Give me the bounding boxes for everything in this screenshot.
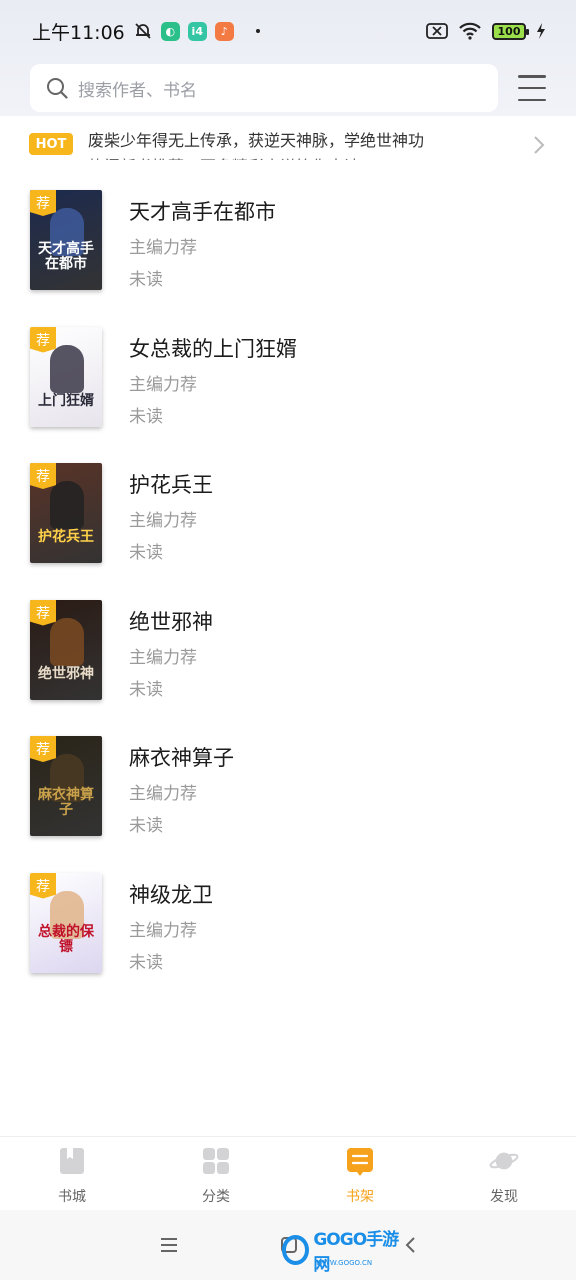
notification-dot	[255, 29, 260, 33]
hot-badge: HOT	[29, 133, 73, 155]
book-read-status: 未读	[129, 543, 163, 563]
notice-next-text: 热门新书推荐，更多精彩小说等你来读	[88, 156, 518, 160]
book-read-status: 未读	[129, 406, 163, 427]
cover-title: 总裁的保镖	[38, 923, 94, 955]
tab-label: 发现	[490, 1189, 518, 1205]
search-placeholder: 搜索作者、书名	[78, 80, 197, 101]
tab-discover[interactable]: 发现	[432, 1137, 576, 1210]
book-title: 天才高手在都市	[129, 200, 276, 224]
bookshelf-list: 天才高手在都市荐天才高手在都市 主编力荐 未读 上门狂婿荐女总裁的上门狂婿 主编力荐 未读…	[0, 180, 576, 999]
silent-bell-icon	[135, 23, 151, 39]
book-cover[interactable]: 绝世邪神 荐	[30, 599, 102, 700]
book-cover[interactable]: 天才高手在都市 荐	[30, 190, 102, 290]
watermark-text: GOGO手游网	[313, 1230, 399, 1275]
book-subtitle: 主编力荐	[129, 784, 197, 804]
tab-bookstore[interactable]: 书城	[0, 1137, 144, 1210]
book-title: 护花兵王	[129, 473, 213, 497]
book-cover[interactable]: 总裁的保镖 荐	[30, 872, 102, 973]
book-cover[interactable]: 上门狂婿 荐	[30, 326, 102, 427]
book-read-status: 未读	[129, 952, 163, 973]
book-item[interactable]: 护花兵王荐护花兵王 主编力荐 未读	[0, 453, 576, 590]
book-subtitle: 主编力荐	[129, 238, 197, 258]
planet-icon	[489, 1152, 519, 1170]
book-subtitle: 主编力荐	[129, 374, 197, 395]
tab-label: 分类	[202, 1189, 230, 1205]
charging-bolt-icon	[537, 23, 545, 39]
cover-figure	[50, 481, 84, 529]
bookshelf-icon	[347, 1148, 373, 1176]
notice-banner[interactable]: HOT 废柴少年得无上传承，获逆天神脉，学绝世神功 热门新书推荐，更多精彩小说等…	[0, 116, 576, 160]
cover-figure	[50, 344, 84, 393]
watermark-url: WWW.GOGO.CN	[316, 1259, 373, 1267]
search-input[interactable]: 搜索作者、书名	[30, 64, 498, 112]
book-title: 神级龙卫	[129, 882, 213, 907]
recent-apps-icon[interactable]	[160, 1237, 178, 1253]
book-cover[interactable]: 护花兵王 荐	[30, 463, 102, 563]
tab-category[interactable]: 分类	[144, 1137, 288, 1210]
app-badge-music-icon: ♪	[214, 21, 234, 41]
bottom-tab-bar: 书城 分类 书架 发现	[0, 1136, 576, 1210]
watermark: GOGO手游网 WWW.GOGO.CN	[282, 1228, 402, 1275]
wifi-icon	[459, 22, 481, 40]
cover-title: 天才高手在都市	[38, 241, 94, 272]
book-title: 麻衣神算子	[129, 746, 234, 770]
book-subtitle: 主编力荐	[129, 920, 197, 941]
grid-icon	[203, 1148, 229, 1174]
status-bar: 上午11:06 ◐ i4 ♪ 100	[0, 0, 576, 62]
search-icon	[47, 78, 68, 99]
book-cover[interactable]: 麻衣神算子 荐	[30, 736, 102, 836]
book-title: 绝世邪神	[129, 609, 213, 634]
cover-figure	[50, 617, 84, 666]
book-read-status: 未读	[129, 270, 163, 290]
app-badge-shield-icon: ◐	[160, 21, 180, 41]
status-left: 上午11:06 ◐ i4 ♪	[32, 18, 260, 45]
recommend-tag: 荐	[30, 190, 56, 216]
status-right: 100	[426, 21, 546, 41]
recommend-tag: 荐	[30, 736, 56, 762]
book-icon	[60, 1148, 84, 1174]
recommend-tag: 荐	[30, 599, 56, 626]
menu-line-icon	[518, 86, 546, 90]
watermark-logo-icon	[282, 1235, 310, 1265]
status-time: 上午11:06	[32, 21, 125, 44]
book-read-status: 未读	[129, 816, 163, 836]
no-sim-icon	[426, 23, 448, 39]
book-subtitle: 主编力荐	[129, 511, 197, 531]
notice-text: 废柴少年得无上传承，获逆天神脉，学绝世神功	[88, 131, 425, 150]
book-item[interactable]: 天才高手在都市荐天才高手在都市 主编力荐 未读	[0, 180, 576, 317]
book-read-status: 未读	[129, 679, 163, 700]
tab-bookshelf[interactable]: 书架	[288, 1137, 432, 1210]
cover-title: 上门狂婿	[38, 392, 94, 409]
chevron-right-icon[interactable]	[532, 134, 546, 156]
book-item[interactable]: 总裁的保镖 荐 神级龙卫主编力荐未读	[0, 863, 576, 1000]
tab-label: 书架	[346, 1189, 374, 1205]
menu-button[interactable]	[514, 72, 550, 104]
menu-line-icon	[518, 98, 546, 101]
book-item[interactable]: 绝世邪神荐绝世邪神 主编力荐 未读	[0, 590, 576, 727]
cover-title: 护花兵王	[38, 529, 94, 545]
recommend-tag: 荐	[30, 872, 56, 899]
battery-indicator: 100	[492, 22, 529, 40]
recommend-tag: 荐	[30, 326, 56, 353]
back-icon[interactable]	[404, 1236, 416, 1254]
cover-title: 麻衣神算子	[38, 787, 94, 818]
book-item[interactable]: 上门狂婿 荐 女总裁的上门狂婿主编力荐未读	[0, 317, 576, 454]
recommend-tag: 荐	[30, 463, 56, 489]
cover-title: 绝世邪神	[38, 665, 94, 682]
book-subtitle: 主编力荐	[129, 647, 197, 668]
app-badge-i4-icon: i4	[187, 21, 207, 41]
tab-label: 书城	[58, 1189, 86, 1205]
book-title: 女总裁的上门狂婿	[129, 336, 297, 361]
book-item[interactable]: 麻衣神算子荐麻衣神算子 主编力荐 未读	[0, 726, 576, 863]
menu-line-icon	[518, 75, 546, 78]
